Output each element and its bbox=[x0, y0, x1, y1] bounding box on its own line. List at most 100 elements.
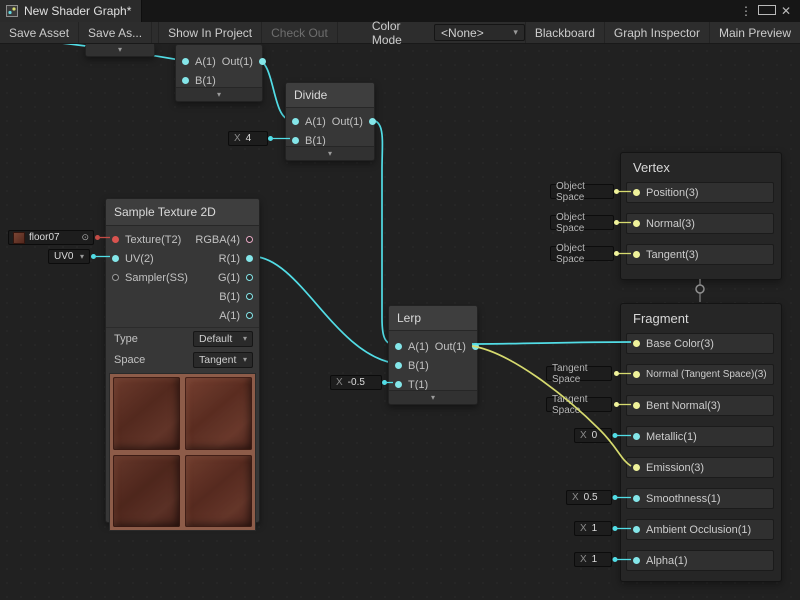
shader-graph-toolbar: Save Asset Save As... Show In Project Ch… bbox=[0, 22, 800, 44]
top-math-node[interactable]: A(1) Out(1) B(1) ▾ bbox=[175, 44, 263, 102]
port-alpha-icon[interactable] bbox=[633, 557, 640, 564]
port-r-icon[interactable] bbox=[246, 255, 253, 262]
port-basecolor-icon[interactable] bbox=[633, 340, 640, 347]
menu-icon[interactable]: ⋮ bbox=[738, 4, 754, 18]
port-b-label: B(1) bbox=[408, 360, 429, 372]
port-ao-icon[interactable] bbox=[633, 526, 640, 533]
port-rgba-label: RGBA(4) bbox=[195, 234, 240, 246]
port-smoothness-icon[interactable] bbox=[633, 495, 640, 502]
show-in-project-button[interactable]: Show In Project bbox=[158, 22, 262, 43]
save-as-button[interactable]: Save As... bbox=[79, 22, 152, 43]
save-asset-button[interactable]: Save Asset bbox=[0, 22, 79, 43]
fragment-metallic-row[interactable]: Metallic(1) bbox=[626, 426, 774, 447]
bentnormal-space-dropdown[interactable]: Tangent Space bbox=[546, 397, 612, 412]
hidden-node-collapse-strip[interactable]: ▾ bbox=[85, 44, 155, 57]
port-row: A(1) bbox=[106, 306, 259, 325]
field-value: 4 bbox=[246, 133, 252, 144]
fragment-basecolor-row[interactable]: Base Color(3) bbox=[626, 333, 774, 354]
port-metallic-label: Metallic(1) bbox=[646, 431, 697, 443]
port-a-icon[interactable] bbox=[246, 312, 253, 319]
position-space-dropdown[interactable]: Object Space bbox=[550, 184, 614, 199]
port-b-icon[interactable] bbox=[395, 362, 402, 369]
port-position-icon[interactable] bbox=[633, 189, 640, 196]
graph-inspector-toggle[interactable]: Graph Inspector bbox=[604, 22, 709, 43]
port-tangent-label: Tangent(3) bbox=[646, 249, 699, 261]
vertex-tangent-row[interactable]: Tangent(3) bbox=[626, 244, 774, 265]
uv-channel-dropdown[interactable]: UV0 ▾ bbox=[48, 249, 90, 264]
lerp-node[interactable]: Lerp A(1) Out(1) B(1) T(1) ▾ bbox=[388, 305, 478, 405]
port-uv-label: UV(2) bbox=[125, 253, 154, 265]
port-g-icon[interactable] bbox=[246, 274, 253, 281]
port-b-icon[interactable] bbox=[182, 77, 189, 84]
port-t-icon[interactable] bbox=[395, 381, 402, 388]
fragment-emission-row[interactable]: Emission(3) bbox=[626, 457, 774, 478]
lerp-t-value-field[interactable]: X -0.5 bbox=[330, 375, 382, 390]
chevron-down-icon[interactable]: ▾ bbox=[176, 87, 262, 101]
port-bentnormal-label: Bent Normal(3) bbox=[646, 400, 721, 412]
fragment-ao-row[interactable]: Ambient Occlusion(1) bbox=[626, 519, 774, 540]
check-out-button: Check Out bbox=[262, 22, 338, 43]
port-out-icon[interactable] bbox=[259, 58, 266, 65]
port-tangent-icon[interactable] bbox=[633, 251, 640, 258]
vertex-position-row[interactable]: Position(3) bbox=[626, 182, 774, 203]
port-texture-icon[interactable] bbox=[112, 236, 119, 243]
field-value: 1 bbox=[592, 554, 598, 565]
normal-space-dropdown[interactable]: Object Space bbox=[550, 215, 614, 230]
tangent-space-dropdown[interactable]: Object Space bbox=[550, 246, 614, 261]
port-out-icon[interactable] bbox=[472, 343, 479, 350]
port-a-icon[interactable] bbox=[395, 343, 402, 350]
port-out-label: Out(1) bbox=[332, 116, 363, 128]
object-picker-icon[interactable]: ⊙ bbox=[81, 232, 89, 243]
port-bentnormal-icon[interactable] bbox=[633, 402, 640, 409]
port-normal-icon[interactable] bbox=[633, 220, 640, 227]
type-dropdown[interactable]: Default ▾ bbox=[193, 331, 253, 347]
vertex-context-block[interactable]: Vertex Position(3) Normal(3) Tangent(3) bbox=[620, 152, 782, 280]
port-a-icon[interactable] bbox=[292, 118, 299, 125]
sample-texture-2d-node[interactable]: Sample Texture 2D Texture(T2) RGBA(4) UV… bbox=[105, 198, 260, 523]
port-rgba-icon[interactable] bbox=[246, 236, 253, 243]
chevron-down-icon[interactable]: ▾ bbox=[286, 146, 374, 160]
texture-object-field[interactable]: floor07 ⊙ bbox=[8, 230, 94, 245]
main-preview-toggle[interactable]: Main Preview bbox=[709, 22, 800, 43]
type-label: Type bbox=[114, 333, 138, 345]
shader-graph-tab[interactable]: New Shader Graph* bbox=[0, 0, 142, 22]
port-normal-icon[interactable] bbox=[633, 371, 640, 378]
fragment-alpha-row[interactable]: Alpha(1) bbox=[626, 550, 774, 571]
port-uv-icon[interactable] bbox=[112, 255, 119, 262]
port-a-icon[interactable] bbox=[182, 58, 189, 65]
chevron-down-icon: ▾ bbox=[513, 27, 518, 38]
close-icon[interactable]: ✕ bbox=[778, 4, 794, 18]
divide-node[interactable]: Divide A(1) Out(1) B(1) ▾ bbox=[285, 82, 375, 161]
metallic-value-field[interactable]: X 0 bbox=[574, 428, 612, 443]
port-emission-icon[interactable] bbox=[633, 464, 640, 471]
fragment-context-block[interactable]: Fragment Base Color(3) Normal (Tangent S… bbox=[620, 303, 782, 582]
chevron-down-icon[interactable]: ▾ bbox=[86, 43, 154, 56]
vertex-normal-row[interactable]: Normal(3) bbox=[626, 213, 774, 234]
chevron-down-icon[interactable]: ▾ bbox=[389, 390, 477, 404]
port-b-label: B(1) bbox=[305, 135, 326, 147]
smoothness-value-field[interactable]: X 0.5 bbox=[566, 490, 612, 505]
node-title[interactable]: Sample Texture 2D bbox=[106, 199, 259, 226]
port-sampler-icon[interactable] bbox=[112, 274, 119, 281]
color-mode-dropdown[interactable]: <None> ▾ bbox=[434, 24, 525, 41]
space-pill-label: Tangent Space bbox=[552, 394, 606, 416]
port-row: A(1) Out(1) bbox=[176, 52, 262, 71]
maximize-icon[interactable] bbox=[758, 4, 774, 18]
port-b-icon[interactable] bbox=[246, 293, 253, 300]
fragment-smoothness-row[interactable]: Smoothness(1) bbox=[626, 488, 774, 509]
divide-b-value-field[interactable]: X 4 bbox=[228, 131, 268, 146]
port-out-icon[interactable] bbox=[369, 118, 376, 125]
fragment-bentnormal-row[interactable]: Bent Normal(3) bbox=[626, 395, 774, 416]
node-title[interactable]: Divide bbox=[286, 83, 374, 108]
normal-space-dropdown[interactable]: Tangent Space bbox=[546, 366, 612, 381]
space-dropdown[interactable]: Tangent ▾ bbox=[193, 352, 253, 368]
texture-name: floor07 bbox=[29, 232, 60, 243]
port-metallic-icon[interactable] bbox=[633, 433, 640, 440]
port-b-icon[interactable] bbox=[292, 137, 299, 144]
ao-value-field[interactable]: X 1 bbox=[574, 521, 612, 536]
alpha-value-field[interactable]: X 1 bbox=[574, 552, 612, 567]
blackboard-toggle[interactable]: Blackboard bbox=[525, 22, 604, 43]
fragment-normal-row[interactable]: Normal (Tangent Space)(3) bbox=[626, 364, 774, 385]
node-title[interactable]: Lerp bbox=[389, 306, 477, 331]
port-row: Texture(T2) RGBA(4) bbox=[106, 230, 259, 249]
